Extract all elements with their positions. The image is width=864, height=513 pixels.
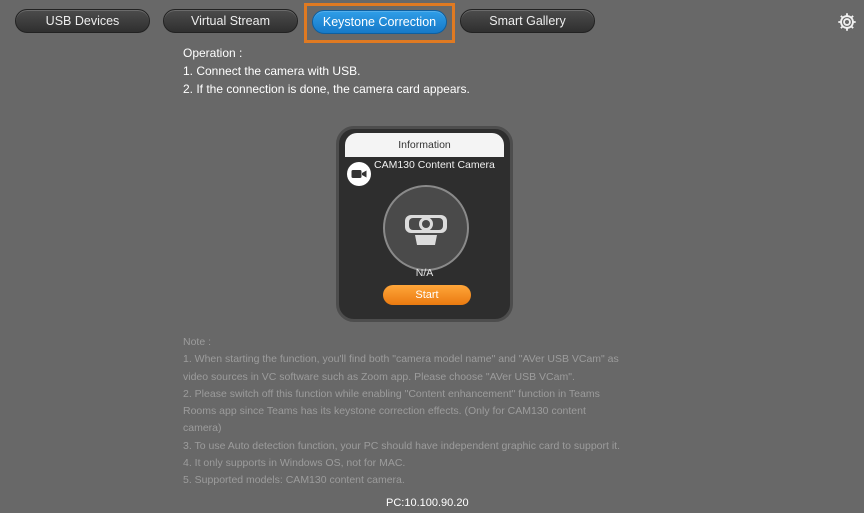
video-camera-icon [347, 162, 371, 186]
operation-step-2: 2. If the connection is done, the camera… [183, 82, 470, 96]
camera-status: N/A [415, 267, 434, 279]
tab-virtual-stream[interactable]: Virtual Stream [163, 9, 298, 33]
note-line: video sources in VC software such as Zoo… [183, 370, 575, 383]
app-window: USB Devices Virtual Stream Keystone Corr… [0, 0, 864, 513]
webcam-icon [383, 185, 469, 271]
notes-title: Note : [183, 336, 212, 348]
note-line: 1. When starting the function, you'll fi… [183, 353, 619, 366]
tab-bar: USB Devices Virtual Stream Keystone Corr… [0, 0, 864, 44]
operation-step-1: 1. Connect the camera with USB. [183, 64, 361, 78]
note-line: 5. Supported models: CAM130 content came… [183, 474, 405, 487]
tab-keystone-correction[interactable]: Keystone Correction [312, 10, 447, 34]
tab-smart-gallery[interactable]: Smart Gallery [460, 9, 595, 33]
start-button[interactable]: Start [383, 285, 471, 305]
gear-icon[interactable] [836, 11, 858, 33]
notes-section: Note : 1. When starting the function, yo… [183, 334, 683, 490]
pc-ip-address: PC:10.100.90.20 [386, 497, 469, 509]
note-line: camera) [183, 422, 222, 435]
card-header: Information [345, 133, 504, 157]
operation-instructions: Operation : 1. Connect the camera with U… [183, 44, 470, 98]
operation-title: Operation : [183, 46, 243, 60]
tab-usb-devices[interactable]: USB Devices [15, 9, 150, 33]
note-line: 4. It only supports in Windows OS, not f… [183, 457, 406, 470]
note-line: 2. Please switch off this function while… [183, 387, 600, 400]
note-line: Rooms app since Teams has its keystone c… [183, 405, 586, 418]
note-line: 3. To use Auto detection function, your … [183, 439, 621, 452]
camera-name: CAM130 Content Camera [374, 159, 495, 171]
camera-info-card: Information CAM130 Content Camera N/A St… [336, 126, 513, 322]
